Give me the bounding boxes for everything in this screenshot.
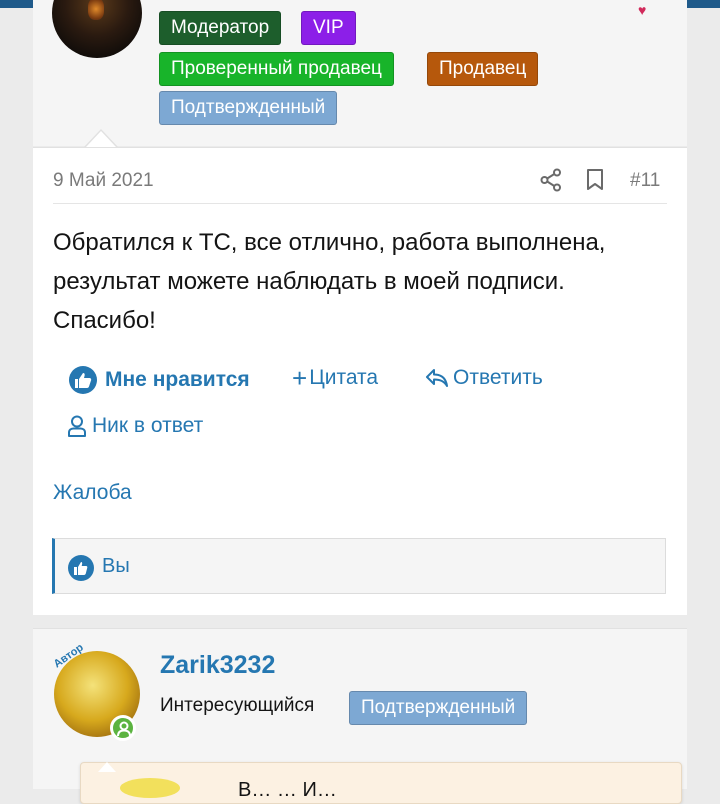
message-pointer-inner xyxy=(86,131,116,147)
report-link[interactable]: Жалоба xyxy=(53,481,132,505)
thumbs-up-icon xyxy=(68,555,94,581)
quote-label: Цитата xyxy=(309,366,379,389)
post-number-link[interactable]: #11 xyxy=(630,170,660,192)
reply-label: Ответить xyxy=(453,366,543,389)
badge-seller: Продавец xyxy=(427,52,539,86)
quote-button[interactable]: + Цитата xyxy=(292,363,379,393)
nick-reply-label: Ник в ответ xyxy=(92,414,204,437)
reply-button[interactable]: Ответить xyxy=(425,366,543,390)
thumbs-up-icon xyxy=(69,366,97,394)
heart-icon: ♥ xyxy=(638,2,647,18)
bookmark-icon[interactable] xyxy=(586,169,604,191)
badge-confirmed: Подтвержденный xyxy=(349,691,528,725)
user-icon xyxy=(67,415,87,437)
post2-username[interactable]: Zarik3232 xyxy=(160,651,275,680)
badge-vip: VIP xyxy=(301,11,356,45)
message-pointer xyxy=(98,762,116,772)
nick-reply-button[interactable]: Ник в ответ xyxy=(67,414,203,438)
share-icon[interactable] xyxy=(540,168,562,192)
badge-confirmed: Подтвержденный xyxy=(159,91,338,125)
reactions-bar[interactable] xyxy=(52,538,666,594)
reactions-label[interactable]: Вы xyxy=(102,555,130,578)
badge-verified-seller: Проверенный продавец xyxy=(159,52,394,86)
badge-moderator: Модератор xyxy=(159,11,282,45)
online-icon xyxy=(110,715,136,741)
reply-icon xyxy=(425,368,449,388)
message-text: Обратился к ТС, все отлично, работа выпо… xyxy=(53,229,606,334)
post2-message-avatar xyxy=(120,778,180,798)
post2-message-text: В… … И… xyxy=(238,779,337,801)
plus-icon: + xyxy=(292,363,308,393)
like-button[interactable]: Мне нравится xyxy=(69,366,250,394)
message-divider xyxy=(53,203,667,204)
like-label: Мне нравится xyxy=(105,368,250,391)
post2-user-title: Интересующийся xyxy=(160,695,315,716)
post-date[interactable]: 9 Май 2021 xyxy=(53,170,154,192)
